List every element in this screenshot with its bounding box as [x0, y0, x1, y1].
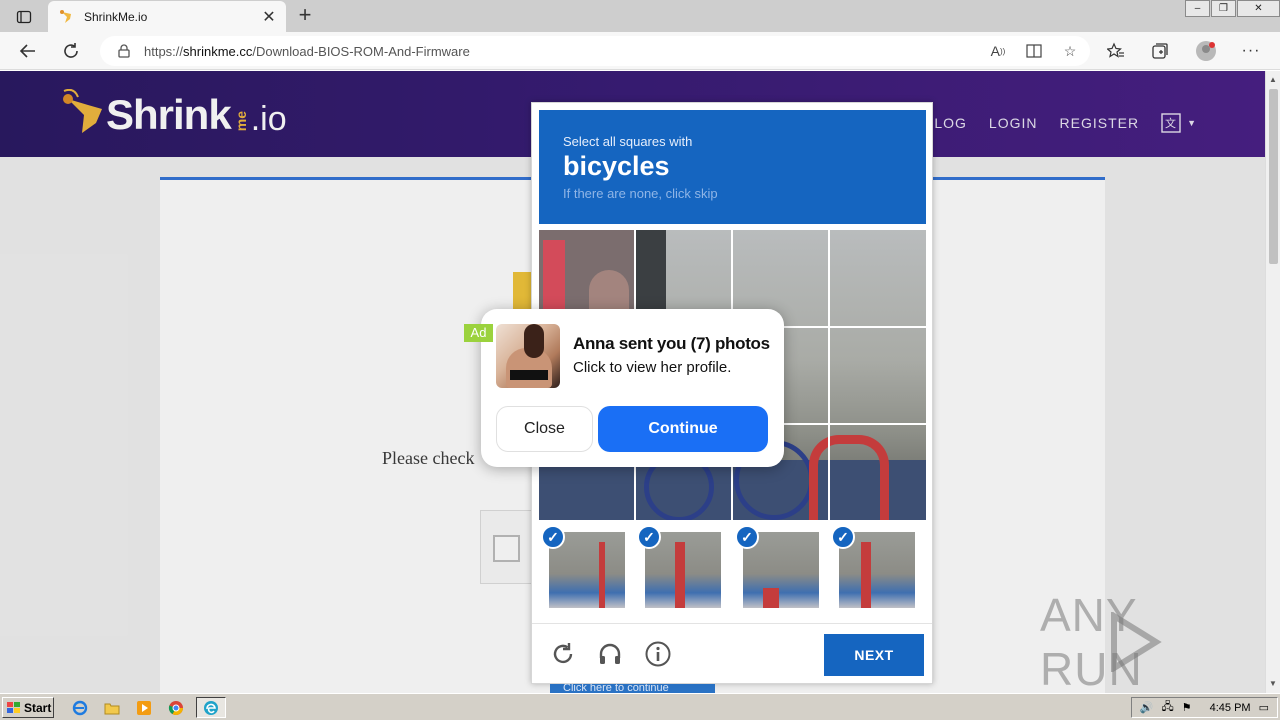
anyrun-watermark: ANY RUN [1040, 589, 1265, 693]
check-icon: ✓ [735, 525, 759, 549]
shrinkme-favicon-icon [60, 9, 71, 23]
browser-tab[interactable]: ShrinkMe.io ✕ [48, 1, 286, 32]
profile-avatar[interactable] [1193, 39, 1219, 63]
selected-tiles: ✓ ✓ ✓ ✓ [539, 525, 926, 613]
collections-icon[interactable] [1147, 39, 1173, 63]
ad-close-button[interactable]: Close [496, 406, 593, 452]
bike-rack [809, 435, 889, 520]
restore-button[interactable]: ❐ [1211, 0, 1236, 17]
ad-title[interactable]: Anna sent you (7) photos [573, 334, 770, 354]
browser-toolbar: https://shrinkme.cc/Download-BIOS-ROM-An… [0, 32, 1280, 70]
continue-link[interactable]: Click here to continue [550, 684, 715, 693]
minimize-button[interactable]: – [1185, 0, 1210, 17]
ad-badge: Ad [464, 324, 493, 342]
favorites-icon[interactable] [1103, 39, 1129, 63]
volume-icon[interactable]: 🔊 [1140, 701, 1154, 714]
grid-line [828, 230, 830, 520]
clock: 4:45 PM [1209, 701, 1251, 714]
read-aloud-icon[interactable]: A)) [988, 41, 1008, 61]
desktop-icon[interactable]: ▭ [1259, 701, 1269, 714]
tab-title: ShrinkMe.io [84, 9, 148, 24]
url-text: https://shrinkme.cc/Download-BIOS-ROM-An… [144, 44, 470, 59]
ad-continue-button[interactable]: Continue [598, 406, 768, 452]
address-bar[interactable]: https://shrinkme.cc/Download-BIOS-ROM-An… [100, 36, 1090, 66]
next-button[interactable]: NEXT [824, 634, 924, 676]
system-tray: 🔊 🖧 ⚑ 4:45 PM ▭ [1130, 697, 1278, 718]
ie-icon[interactable] [68, 697, 92, 718]
tab-bar: ShrinkMe.io ✕ + – ❐ ✕ [0, 0, 1280, 32]
captcha-footer: NEXT [532, 623, 932, 683]
taskbar: Start 🔊 🖧 ⚑ 4:45 PM ▭ [0, 693, 1280, 720]
grid-sign [543, 240, 565, 310]
windows-logo-icon [7, 701, 20, 713]
check-icon: ✓ [637, 525, 661, 549]
selected-tile[interactable]: ✓ [637, 525, 721, 608]
folder-icon[interactable] [100, 697, 124, 718]
new-tab-icon[interactable]: + [292, 4, 318, 28]
window-controls: – ❐ ✕ [1184, 0, 1280, 18]
tab-actions-icon[interactable] [10, 6, 38, 28]
reload-icon[interactable] [549, 640, 577, 668]
url-prefix: https:// [144, 43, 184, 59]
window-close-button[interactable]: ✕ [1237, 0, 1280, 17]
check-icon: ✓ [541, 525, 565, 549]
media-player-icon[interactable] [132, 697, 156, 718]
watermark-text: ANY RUN [1040, 589, 1143, 693]
immersive-reader-icon[interactable] [1024, 41, 1044, 61]
captcha-instruction: Select all squares with [563, 134, 693, 149]
selected-tile[interactable]: ✓ [541, 525, 625, 608]
selected-tile[interactable]: ✓ [735, 525, 819, 608]
network-icon[interactable]: 🖧 [1161, 698, 1173, 717]
scroll-thumb[interactable] [1269, 89, 1278, 264]
lock-icon[interactable] [118, 44, 130, 58]
url-path: /Download-BIOS-ROM-And-Firmware [252, 43, 470, 59]
chrome-icon[interactable] [164, 697, 188, 718]
tab-close-icon[interactable]: ✕ [258, 6, 280, 28]
scroll-up-icon[interactable]: ▲ [1269, 75, 1277, 84]
captcha-hint: If there are none, click skip [563, 186, 718, 201]
quick-launch [68, 697, 226, 718]
start-label: Start [24, 700, 52, 715]
ad-popup[interactable]: Anna sent you (7) photos Click to view h… [481, 309, 784, 467]
back-icon[interactable] [15, 39, 41, 63]
info-icon[interactable] [644, 640, 672, 668]
captcha-header: Select all squares with bicycles If ther… [539, 110, 926, 224]
ad-photo[interactable] [496, 324, 560, 388]
vertical-scrollbar[interactable]: ▲ ▼ [1265, 71, 1280, 693]
more-menu-icon[interactable]: ··· [1238, 39, 1264, 63]
start-button[interactable]: Start [2, 697, 54, 718]
refresh-icon[interactable] [58, 39, 84, 63]
ad-subtitle[interactable]: Click to view her profile. [573, 359, 731, 376]
captcha-target: bicycles [563, 151, 670, 181]
edge-icon[interactable] [196, 697, 226, 718]
add-favorite-icon[interactable]: ☆ [1060, 41, 1080, 61]
scroll-down-icon[interactable]: ▼ [1269, 679, 1277, 688]
url-host: shrinkme.cc [183, 43, 253, 59]
address-bar-actions: A)) ☆ [988, 41, 1080, 61]
check-icon: ✓ [831, 525, 855, 549]
audio-icon[interactable] [596, 640, 624, 668]
flag-icon[interactable]: ⚑ [1182, 701, 1192, 714]
selected-tile[interactable]: ✓ [831, 525, 915, 608]
